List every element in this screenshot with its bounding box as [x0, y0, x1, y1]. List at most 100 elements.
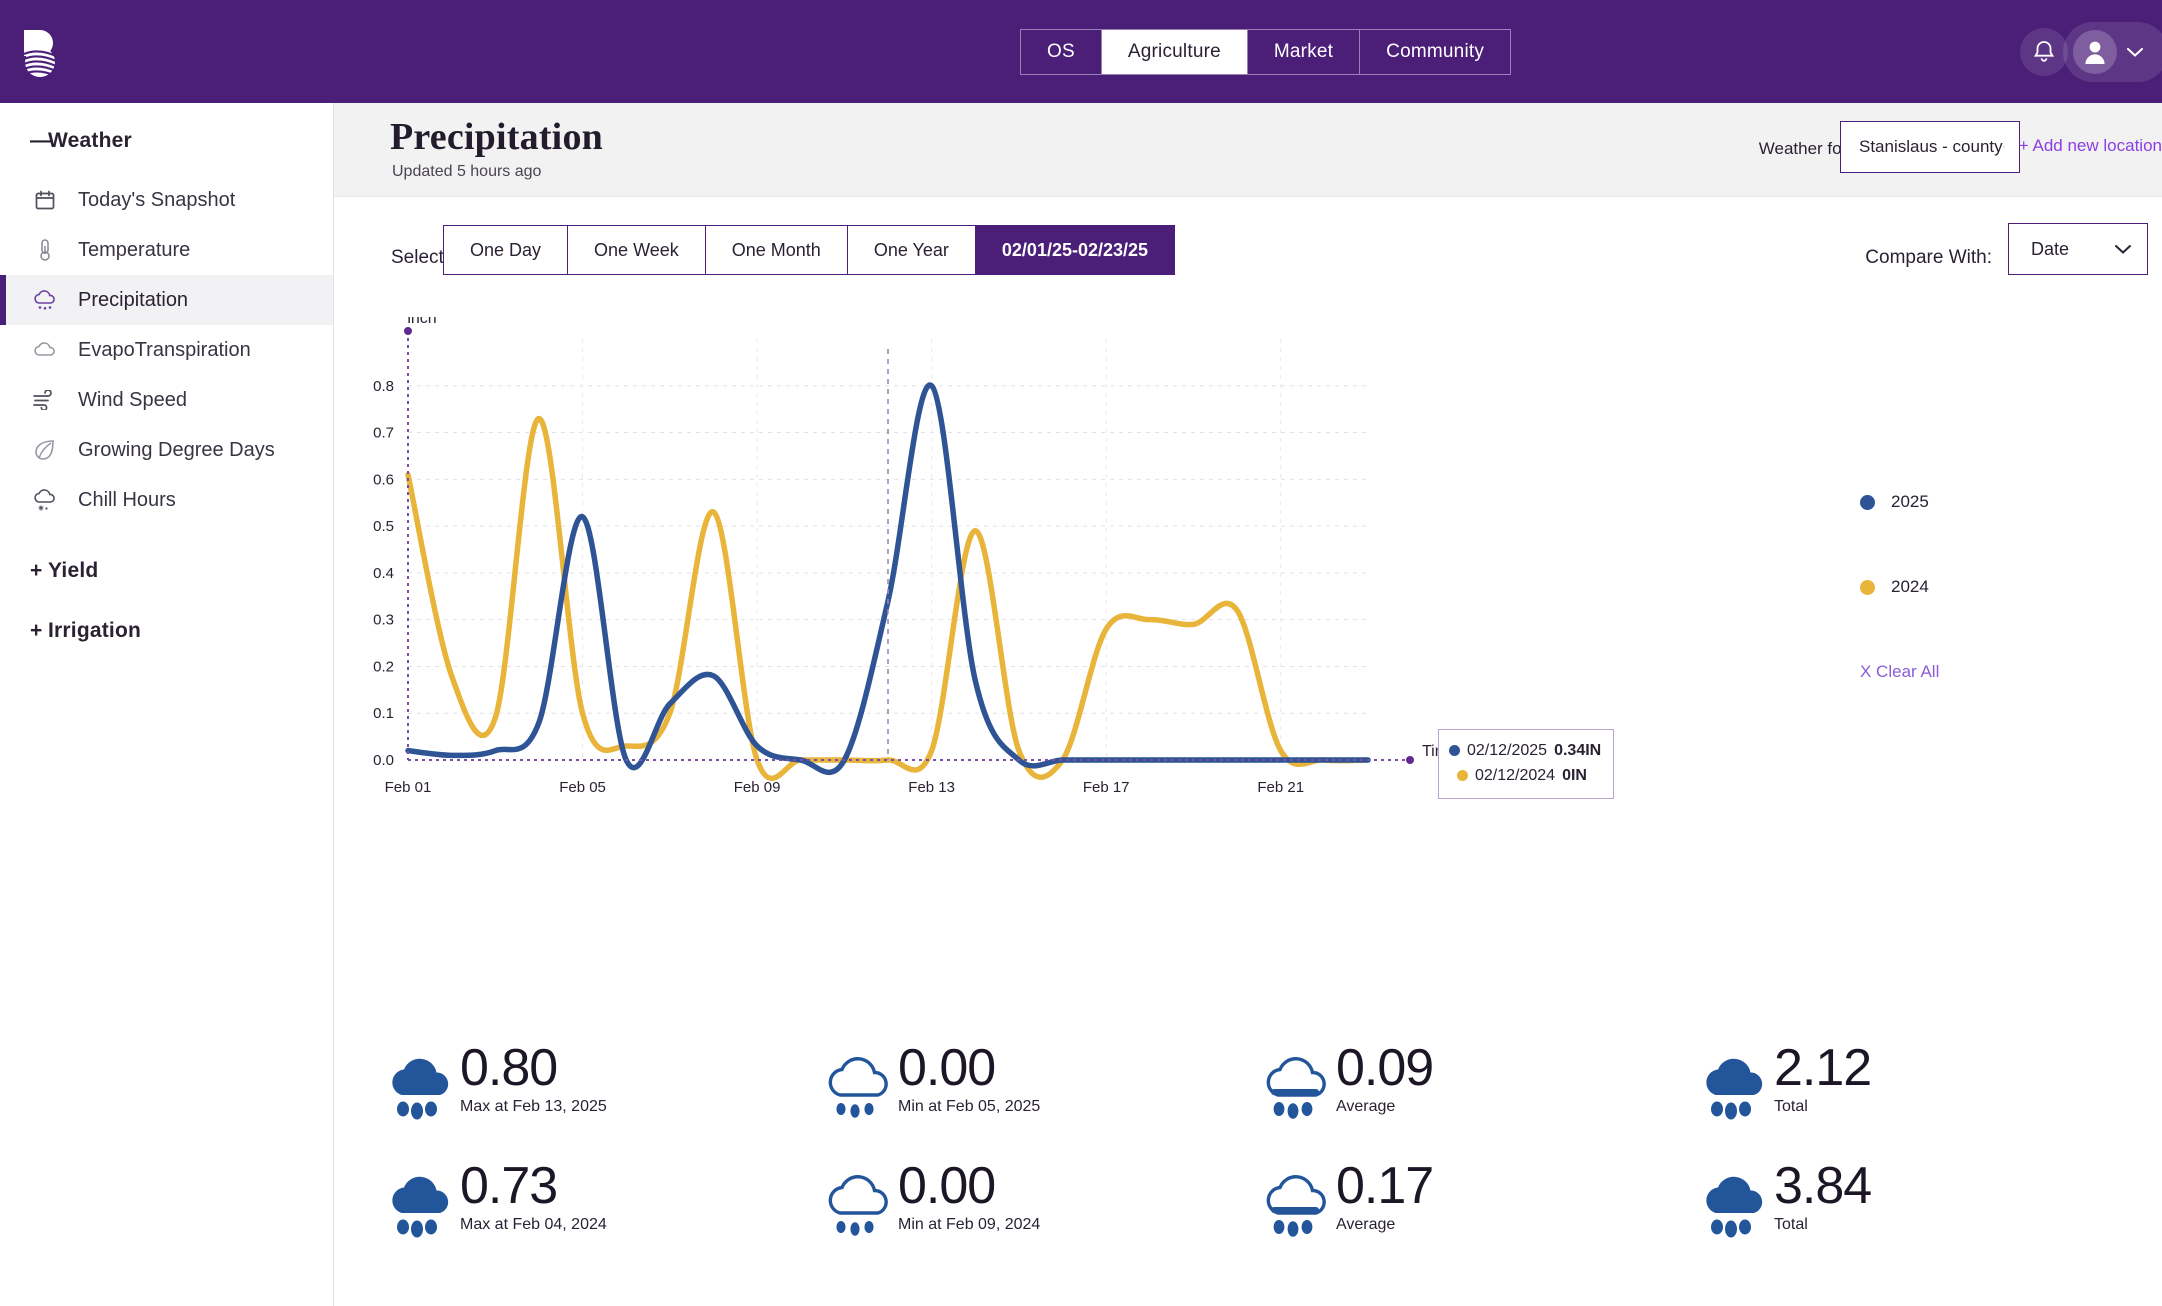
location-select[interactable]: Stanislaus - county — [1840, 121, 2020, 173]
sidebar-item-precipitation[interactable]: Precipitation — [0, 275, 333, 325]
y-tick-label: 0.4 — [373, 565, 394, 582]
sidebar-item-label: EvapoTranspiration — [78, 338, 251, 361]
tooltip-row: 02/12/2025 0.34IN — [1449, 738, 1601, 763]
legend-item-2024[interactable]: 2024 — [1860, 577, 2030, 597]
rain-light-icon — [1262, 1165, 1326, 1247]
stat-value: 0.80 — [460, 1039, 558, 1097]
stat-label: Min at Feb 05, 2025 — [898, 1097, 1041, 1115]
sidebar-item-evapotranspiration[interactable]: EvapoTranspiration — [0, 325, 333, 375]
top-navigation-bar: OS Agriculture Market Community — [0, 0, 2162, 103]
tooltip-date: 02/12/2025 — [1467, 741, 1548, 759]
cloud-drizzle-icon — [824, 1047, 888, 1129]
tooltip-value: 0IN — [1562, 766, 1587, 784]
nav-tab-label: Agriculture — [1127, 41, 1221, 62]
sidebar-group-irrigation[interactable]: + Irrigation — [0, 583, 333, 643]
stat-value: 0.00 — [898, 1039, 996, 1097]
sidebar-item-label: Today's Snapshot — [78, 188, 236, 211]
range-button-label: One Year — [873, 239, 949, 260]
rain-heavy-icon — [1700, 1047, 1764, 1129]
stat-label: Total — [1774, 1097, 1808, 1115]
rain-heavy-icon — [1700, 1165, 1764, 1247]
nav-tab-market[interactable]: Market — [1248, 30, 1361, 74]
stat-min-2025: 0.00 Min at Feb 05, 2025 — [772, 1041, 1210, 1159]
controls-row: Select One Day One Week One Month One Ye… — [334, 197, 2162, 317]
sidebar-item-growing-degree-days[interactable]: Growing Degree Days — [0, 425, 333, 475]
chevron-down-icon — [2126, 47, 2144, 57]
range-button-one-day[interactable]: One Day — [444, 226, 569, 274]
y-tick-label: 0.0 — [373, 752, 394, 769]
left-sidebar: —Weather Today's Snapshot Temperature Pr… — [0, 103, 334, 1306]
sidebar-item-label: Precipitation — [78, 288, 189, 311]
x-tick-label: Feb 09 — [734, 779, 781, 796]
nav-tab-community[interactable]: Community — [1360, 30, 1510, 74]
range-button-one-month[interactable]: One Month — [705, 226, 848, 274]
sidebar-collapse-sign: — — [30, 129, 52, 152]
sidebar-group-label: Yield — [48, 559, 99, 582]
y-tick-label: 0.7 — [373, 425, 394, 442]
cloud-icon — [30, 337, 60, 363]
user-menu-button[interactable] — [2063, 22, 2162, 82]
sidebar-section-weather[interactable]: —Weather — [0, 103, 333, 153]
chart-tooltip: 02/12/2025 0.34IN 02/12/2024 0IN — [1438, 729, 1615, 799]
weather-for-label: Weather for: — [1758, 139, 1852, 158]
nav-tab-os[interactable]: OS — [1021, 30, 1102, 74]
brand-logo-icon[interactable] — [14, 26, 68, 78]
cloud-drizzle-icon — [824, 1165, 888, 1247]
range-button-group: One Day One Week One Month One Year 02/0… — [443, 225, 1176, 275]
nav-tab-label: OS — [1047, 41, 1075, 62]
stat-label: Average — [1336, 1215, 1396, 1233]
sidebar-item-todays-snapshot[interactable]: Today's Snapshot — [0, 175, 333, 225]
sidebar-expand-sign: + — [30, 559, 43, 582]
location-select-value: Stanislaus - county — [1859, 137, 2003, 156]
nav-tab-agriculture[interactable]: Agriculture — [1101, 30, 1248, 74]
sidebar-item-wind-speed[interactable]: Wind Speed — [0, 375, 333, 425]
stat-total-2025: 2.12 Total — [1648, 1041, 2086, 1159]
y-tick-label: 0.5 — [373, 518, 394, 535]
select-label: Select — [391, 247, 444, 268]
sidebar-item-temperature[interactable]: Temperature — [0, 225, 333, 275]
stat-value: 2.12 — [1774, 1039, 1872, 1097]
stat-min-2024: 0.00 Min at Feb 09, 2024 — [772, 1159, 1210, 1277]
sidebar-item-label: Growing Degree Days — [78, 438, 275, 461]
clear-all-button[interactable]: X Clear All — [1860, 662, 2030, 682]
tooltip-series-dot-2025 — [1449, 745, 1460, 756]
compare-with-value: Date — [2031, 238, 2070, 259]
chart-legend: 2025 2024 X Clear All — [1860, 492, 2030, 682]
legend-dot-2025 — [1860, 494, 1875, 510]
y-tick-label: 0.8 — [373, 378, 394, 395]
rain-heavy-icon — [386, 1047, 450, 1129]
legend-dot-2024 — [1860, 579, 1875, 595]
tooltip-date: 02/12/2024 — [1475, 766, 1556, 784]
range-button-one-year[interactable]: One Year — [847, 226, 976, 274]
summary-stats: 0.80 Max at Feb 13, 2025 0.00 Min at Feb… — [334, 1017, 2162, 1277]
stat-max-2024: 0.73 Max at Feb 04, 2024 — [334, 1159, 772, 1277]
page-updated-text: Updated 5 hours ago — [392, 163, 542, 180]
range-button-label: One Day — [470, 239, 542, 260]
stat-value: 0.17 — [1336, 1157, 1434, 1215]
range-button-one-week[interactable]: One Week — [568, 226, 706, 274]
add-new-location-link[interactable]: + Add new location — [2019, 136, 2162, 156]
y-tick-label: 0.2 — [373, 658, 394, 675]
page-header: Precipitation Updated 5 hours ago Weathe… — [334, 103, 2162, 197]
range-button-label: One Week — [594, 239, 679, 260]
compare-with-select[interactable]: Date — [2008, 223, 2148, 275]
main-nav-tabs: OS Agriculture Market Community — [1020, 29, 1512, 75]
range-button-custom-date[interactable]: 02/01/25-02/23/25 — [975, 226, 1175, 274]
sidebar-section-label: Weather — [48, 129, 132, 152]
chevron-down-icon — [2002, 146, 2005, 148]
notification-bell-button[interactable] — [2020, 28, 2068, 76]
sidebar-group-yield[interactable]: + Yield — [0, 525, 333, 583]
page-title: Precipitation — [390, 116, 603, 158]
chevron-down-icon — [2115, 245, 2131, 254]
tooltip-series-dot-2024 — [1457, 770, 1468, 781]
stat-average-2024: 0.17 Average — [1210, 1159, 1648, 1277]
sidebar-item-chill-hours[interactable]: Chill Hours — [0, 475, 333, 525]
main-content: Precipitation Updated 5 hours ago Weathe… — [334, 103, 2162, 1306]
stat-value: 0.73 — [460, 1157, 558, 1215]
legend-label: 2024 — [1891, 577, 1929, 596]
legend-item-2025[interactable]: 2025 — [1860, 492, 2030, 512]
sidebar-group-label: Irrigation — [48, 619, 142, 642]
rain-light-icon — [1262, 1047, 1326, 1129]
notification-bell-icon — [2033, 41, 2055, 62]
stats-row-2025: 0.80 Max at Feb 13, 2025 0.00 Min at Feb… — [334, 1041, 2162, 1159]
